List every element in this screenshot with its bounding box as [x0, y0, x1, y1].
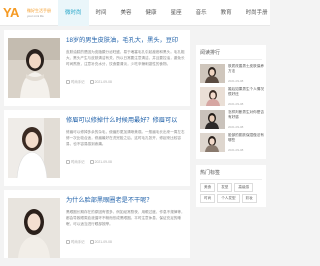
tag-cloud: 美食 发型 高级感 时尚 个人发型 彩妆 [200, 183, 262, 203]
hot-tags-panel: 热门标签 美食 发型 高级感 时尚 个人发型 彩妆 [196, 165, 266, 207]
sidebar: 阅读排行 肤质改善男士皮肤保养方法 2021-09-08 婚后如果男生个人情况很… [196, 45, 266, 213]
article-thumbnail[interactable] [8, 198, 60, 258]
hot-article-thumbnail[interactable] [200, 87, 225, 106]
main-nav: 微时尚 时间 美容 健康 星座 音乐 教育 时尚手册 [58, 0, 275, 26]
nav-item-horoscope[interactable]: 星座 [164, 0, 189, 26]
article-excerpt: 修眉可以修掉多余的杂毛，使眉形更加清晰美观。一般眉毛长出来一周左右修一次比较合适… [66, 130, 185, 146]
article-meta: 时尚手记 2021-09-08 [66, 159, 186, 165]
hot-article-item[interactable]: 脸部的肌肤保湿做法有哪些 2021-09-08 [200, 132, 264, 154]
hot-articles-panel: 阅读排行 肤质改善男士皮肤保养方法 2021-09-08 婚后如果男生个人情况很… [196, 45, 266, 159]
article-excerpt: 皮肤油腻的是因为皮脂腺分泌旺盛，易于堵塞毛孔引起痤疮和黑头。毛孔粗大、黑头产生与… [66, 50, 185, 66]
hot-tags-title: 热门标签 [200, 169, 262, 180]
article-card[interactable]: 为什么脸部黑眼圈老是不干呢？ 黑眼圈长期存在的原因有很多，例如经常熬夜、用眼过度… [4, 190, 190, 258]
article-date: 2021-09-08 [94, 159, 112, 164]
hot-article-thumbnail[interactable] [200, 110, 225, 129]
logo-english: your mini life [27, 14, 44, 18]
tag-item[interactable]: 发型 [217, 183, 233, 192]
clock-icon [89, 159, 94, 164]
article-date: 2021-09-08 [94, 239, 112, 244]
tag-item[interactable]: 个人发型 [217, 194, 240, 203]
nav-item-home[interactable]: 微时尚 [58, 0, 89, 26]
hot-article-thumbnail[interactable] [200, 64, 225, 83]
article-title[interactable]: 修眉可以修掉什么时候用最好？修眉可以 [66, 116, 186, 125]
tag-item[interactable]: 彩妆 [241, 194, 257, 203]
hot-article-item[interactable]: 肤质改善男士皮肤保养方法 2021-09-08 [200, 63, 264, 85]
hot-article-date: 2021-09-08 [228, 79, 244, 83]
article-thumbnail[interactable] [8, 38, 60, 98]
nav-item-health[interactable]: 健康 [139, 0, 164, 26]
hot-article-date: 2021-09-08 [228, 125, 244, 129]
article-date: 2021-09-08 [94, 79, 112, 84]
article-card[interactable]: 18岁的男生皮肤油，毛孔大，黑头，豆印 皮肤油腻的是因为皮脂腺分泌旺盛，易于堵塞… [4, 30, 190, 106]
hot-article-title[interactable]: 脸部的肌肤保湿做法有哪些 [228, 133, 264, 148]
tag-item[interactable]: 高级感 [234, 183, 254, 192]
article-category[interactable]: 时尚手记 [71, 160, 85, 164]
nav-item-education[interactable]: 教育 [214, 0, 239, 26]
logo-subtitle: 微好生活手册 [27, 8, 51, 13]
article-title[interactable]: 为什么脸部黑眼圈老是不干呢？ [66, 196, 186, 205]
article-category[interactable]: 时尚手记 [71, 80, 85, 84]
hot-article-title[interactable]: 怎样判断男生对你是否有好感 [228, 110, 264, 125]
clock-icon [89, 239, 94, 244]
hot-article-title[interactable]: 肤质改善男士皮肤保养方法 [228, 64, 264, 79]
hot-articles-title: 阅读排行 [200, 49, 262, 60]
article-excerpt: 黑眼圈长期存在的原因有很多，例如经常熬夜、用眼过度、作息不规律等，都会导致眼周血… [66, 210, 185, 226]
hot-article-item[interactable]: 婚后如果男生个人情况很好还 2021-09-08 [200, 86, 264, 108]
article-list: 18岁的男生皮肤油，毛孔大，黑头，豆印 皮肤油腻的是因为皮脂腺分泌旺盛，易于堵塞… [4, 30, 190, 262]
hot-article-item[interactable]: 怎样判断男生对你是否有好感 2021-09-08 [200, 109, 264, 131]
article-category[interactable]: 时尚手记 [71, 240, 85, 244]
article-title[interactable]: 18岁的男生皮肤油，毛孔大，黑头，豆印 [66, 36, 186, 45]
folder-icon [66, 240, 70, 245]
nav-item-beauty[interactable]: 美容 [114, 0, 139, 26]
hot-article-date: 2021-09-08 [228, 102, 244, 106]
hot-article-title[interactable]: 婚后如果男生个人情况很好还 [228, 87, 264, 102]
tag-item[interactable]: 美食 [200, 183, 216, 192]
article-meta: 时尚手记 2021-09-08 [66, 239, 186, 245]
logo-mark: YA [3, 5, 19, 20]
folder-icon [66, 80, 70, 85]
site-logo[interactable]: YA 微好生活手册 your mini life [3, 4, 51, 21]
article-thumbnail[interactable] [8, 118, 60, 178]
top-header: YA 微好生活手册 your mini life 微时尚 时间 美容 健康 星座… [0, 0, 270, 26]
hot-article-thumbnail[interactable] [200, 133, 225, 152]
clock-icon [89, 79, 94, 84]
hot-article-date: 2021-09-08 [228, 148, 244, 152]
article-card[interactable]: 修眉可以修掉什么时候用最好？修眉可以 修眉可以修掉多余的杂毛，使眉形更加清晰美观… [4, 110, 190, 186]
tag-item[interactable]: 时尚 [200, 194, 216, 203]
nav-item-time[interactable]: 时间 [89, 0, 114, 26]
nav-item-fashion-handbook[interactable]: 时尚手册 [239, 0, 275, 26]
nav-item-music[interactable]: 音乐 [189, 0, 214, 26]
article-meta: 时尚手记 2021-09-08 [66, 79, 186, 85]
folder-icon [66, 160, 70, 165]
